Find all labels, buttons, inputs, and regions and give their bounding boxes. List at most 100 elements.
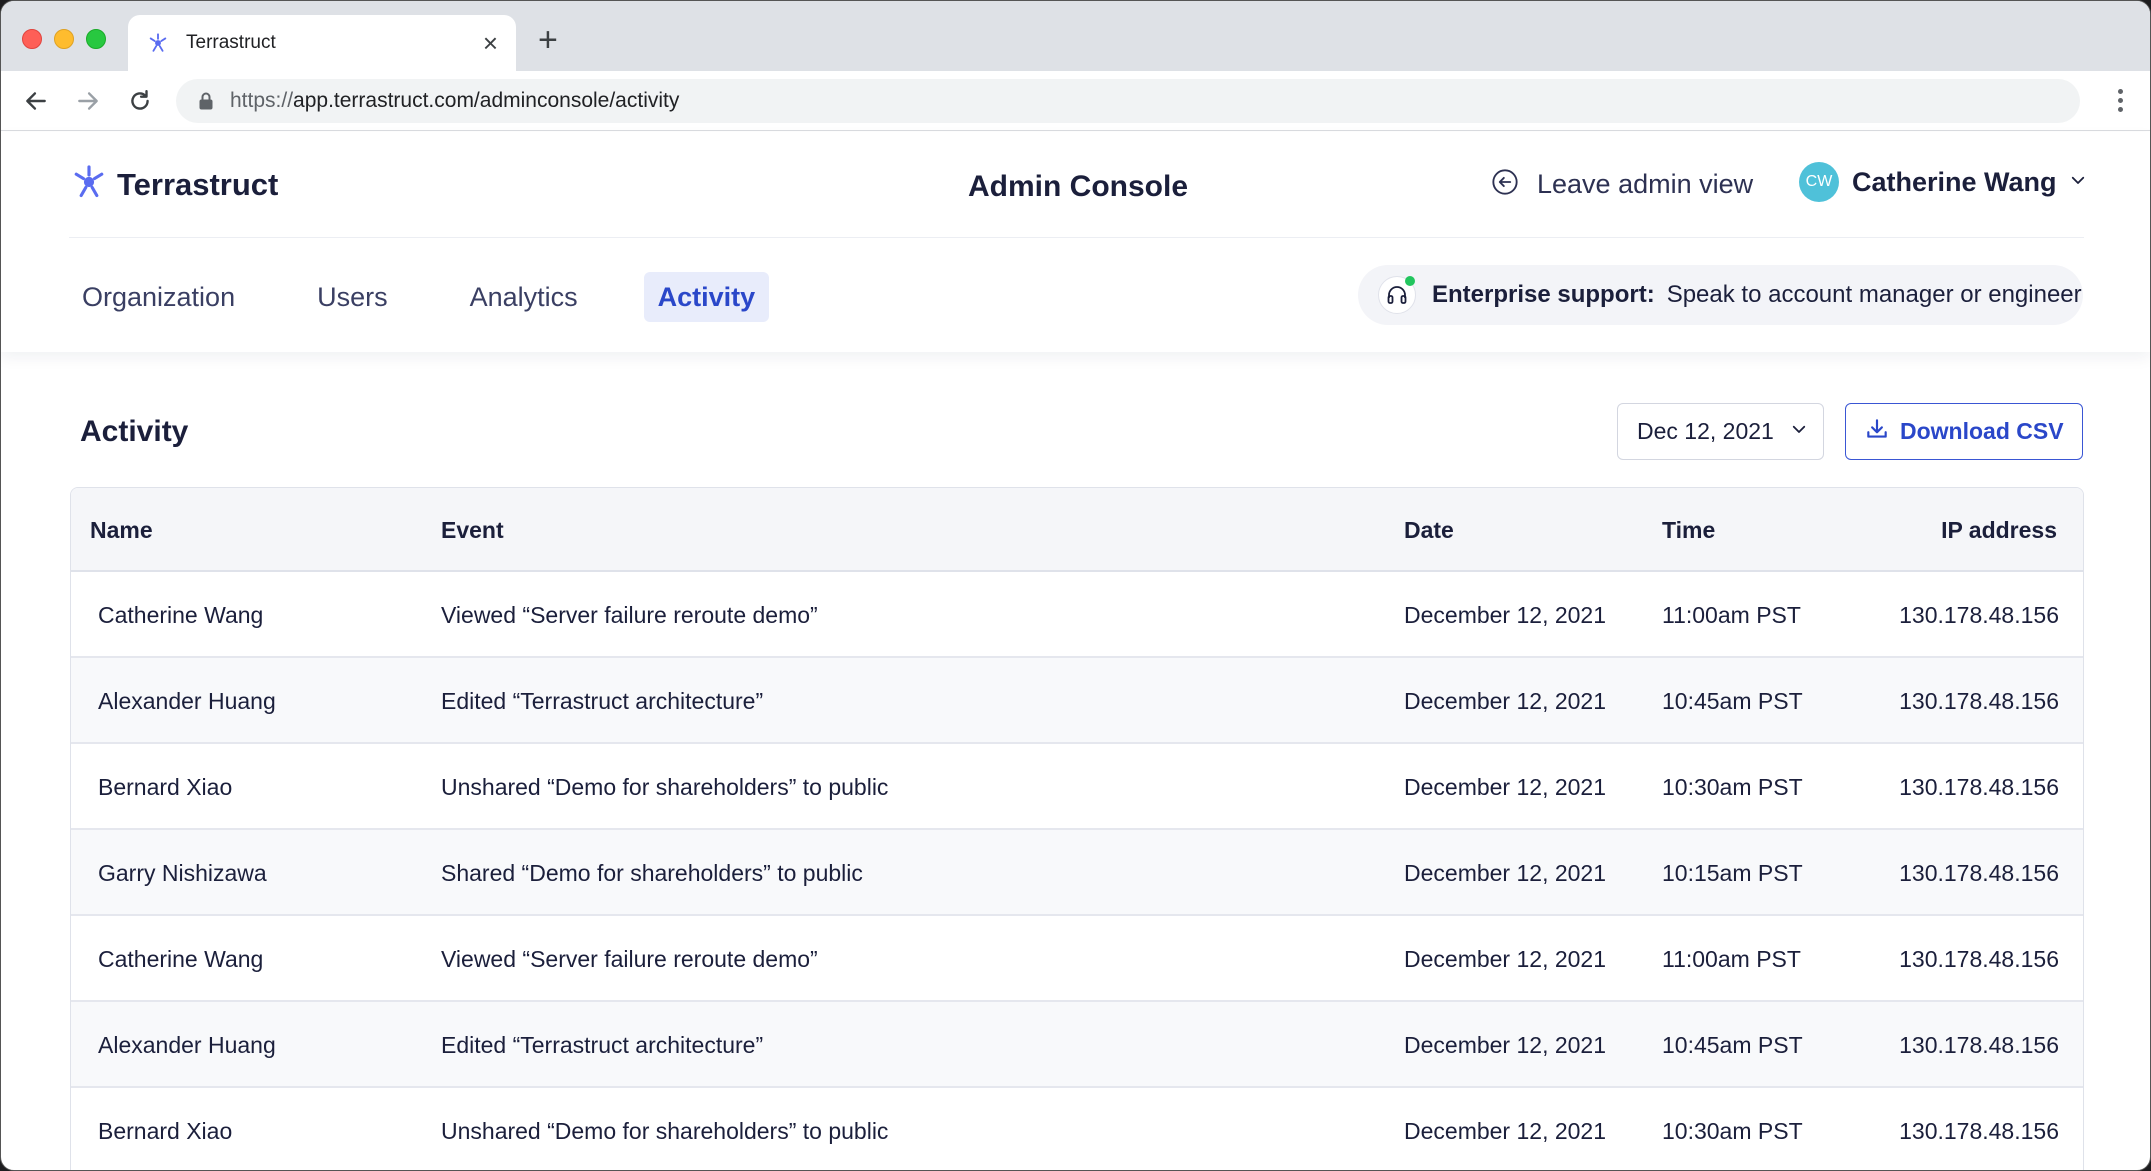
brand-logo[interactable]: Terrastruct (71, 164, 278, 205)
date-dropdown[interactable]: Dec 12, 2021 (1617, 403, 1824, 460)
cell-event: Unshared “Demo for shareholders” to publ… (441, 774, 889, 800)
chevron-down-icon (2069, 171, 2087, 194)
window-close-button[interactable] (22, 29, 42, 49)
cell-date: December 12, 2021 (1404, 1118, 1607, 1144)
browser-toolbar: https://app.terrastruct.com/adminconsole… (1, 71, 2150, 131)
cell-name: Alexander Huang (98, 688, 276, 714)
table-row[interactable]: Catherine Wang Viewed “Server failure re… (71, 572, 2083, 658)
table-header: Name Event Date Time IP address (71, 488, 2083, 572)
window-minimize-button[interactable] (54, 29, 74, 49)
activity-table: Name Event Date Time IP address Catherin… (70, 487, 2084, 1170)
table-body: Catherine Wang Viewed “Server failure re… (71, 572, 2083, 1170)
headset-icon (1378, 276, 1416, 314)
cell-date: December 12, 2021 (1404, 860, 1607, 886)
leave-admin-view-label: Leave admin view (1537, 169, 1754, 199)
cell-name: Catherine Wang (98, 602, 264, 628)
column-header-time[interactable]: Time (1662, 517, 1715, 544)
tab-close-icon[interactable]: × (483, 30, 498, 56)
reload-icon[interactable] (125, 86, 155, 116)
cell-time: 11:00am PST (1662, 602, 1801, 628)
table-row[interactable]: Alexander Huang Edited “Terrastruct arch… (71, 658, 2083, 744)
cell-ip-address: 130.178.48.156 (1899, 946, 2059, 972)
column-header-event[interactable]: Event (441, 517, 504, 544)
cell-name: Alexander Huang (98, 1032, 276, 1058)
cell-name: Bernard Xiao (98, 1118, 233, 1144)
cell-time: 10:45am PST (1662, 1032, 1803, 1058)
download-icon (1864, 416, 1890, 447)
download-csv-button[interactable]: Download CSV (1845, 403, 2083, 460)
cell-date: December 12, 2021 (1404, 1032, 1607, 1058)
table-row[interactable]: Alexander Huang Edited “Terrastruct arch… (71, 1002, 2083, 1088)
cell-time: 10:45am PST (1662, 688, 1803, 714)
chevron-down-icon (1790, 420, 1808, 443)
table-row[interactable]: Bernard Xiao Unshared “Demo for sharehol… (71, 1088, 2083, 1170)
column-header-name[interactable]: Name (90, 517, 153, 544)
user-name: Catherine Wang (1852, 166, 2057, 197)
browser-tab-strip: Terrastruct × + (1, 1, 2150, 71)
url-scheme: https:// (230, 89, 294, 112)
online-status-dot (1405, 276, 1415, 286)
terrastruct-logo-icon (71, 164, 107, 205)
new-tab-plus-icon[interactable]: + (538, 23, 558, 57)
cell-event: Edited “Terrastruct architecture” (441, 688, 764, 714)
url-path: app.terrastruct.com/adminconsole/activit… (293, 89, 680, 112)
browser-tab[interactable]: Terrastruct × (128, 15, 516, 71)
url-text: https://app.terrastruct.com/adminconsole… (230, 89, 679, 113)
forward-arrow-icon[interactable] (73, 86, 103, 116)
cell-event: Unshared “Demo for shareholders” to publ… (441, 1118, 889, 1144)
cell-ip-address: 130.178.48.156 (1899, 1032, 2059, 1058)
tab-users[interactable]: Users (303, 272, 402, 322)
lock-icon (198, 91, 216, 111)
cell-event: Edited “Terrastruct architecture” (441, 1032, 764, 1058)
table-row[interactable]: Catherine Wang Viewed “Server failure re… (71, 916, 2083, 1002)
support-heading: Enterprise support: (1432, 281, 1655, 308)
tab-organization[interactable]: Organization (68, 272, 249, 322)
column-header-date[interactable]: Date (1404, 517, 1454, 544)
cell-date: December 12, 2021 (1404, 774, 1607, 800)
address-bar[interactable]: https://app.terrastruct.com/adminconsole… (176, 79, 2080, 123)
cell-ip-address: 130.178.48.156 (1899, 860, 2059, 886)
user-menu[interactable]: CW Catherine Wang (1799, 162, 2087, 202)
browser-tab-title: Terrastruct (186, 32, 276, 53)
cell-event: Viewed “Server failure reroute demo” (441, 602, 818, 628)
brand-name: Terrastruct (117, 166, 279, 202)
cell-time: 10:15am PST (1662, 860, 1803, 886)
cell-time: 11:00am PST (1662, 946, 1801, 972)
arrow-circle-left-icon (1491, 168, 1519, 201)
cell-ip-address: 130.178.48.156 (1899, 602, 2059, 628)
cell-name: Garry Nishizawa (98, 860, 267, 886)
cell-event: Viewed “Server failure reroute demo” (441, 946, 818, 972)
cell-date: December 12, 2021 (1404, 688, 1607, 714)
tab-analytics[interactable]: Analytics (456, 272, 592, 322)
cell-event: Shared “Demo for shareholders” to public (441, 860, 863, 886)
column-header-ip-address[interactable]: IP address (1941, 517, 2057, 544)
cell-time: 10:30am PST (1662, 774, 1803, 800)
cell-time: 10:30am PST (1662, 1118, 1803, 1144)
admin-nav-tabs: Organization Users Analytics Activity (68, 272, 823, 322)
browser-menu-icon[interactable] (2118, 89, 2124, 116)
enterprise-support-banner[interactable]: Enterprise support: Speak to account man… (1358, 265, 2083, 325)
table-row[interactable]: Bernard Xiao Unshared “Demo for sharehol… (71, 744, 2083, 830)
support-text: Speak to account manager or engineer (1666, 281, 2082, 308)
tab-activity[interactable]: Activity (643, 272, 770, 322)
table-row[interactable]: Garry Nishizawa Shared “Demo for shareho… (71, 830, 2083, 916)
cell-name: Bernard Xiao (98, 774, 233, 800)
window-maximize-button[interactable] (86, 29, 106, 49)
section-title: Activity (80, 415, 189, 448)
cell-ip-address: 130.178.48.156 (1899, 774, 2059, 800)
cell-date: December 12, 2021 (1404, 602, 1607, 628)
cell-ip-address: 130.178.48.156 (1899, 688, 2059, 714)
app-header: Terrastruct Admin Console Leave admin vi… (1, 132, 2150, 352)
avatar: CW (1799, 162, 1839, 202)
back-arrow-icon[interactable] (21, 86, 51, 116)
cell-date: December 12, 2021 (1404, 946, 1607, 972)
terrastruct-favicon-icon (146, 31, 170, 55)
date-value: Dec 12, 2021 (1637, 418, 1774, 444)
header-divider (69, 237, 2084, 238)
page-title: Admin Console (968, 170, 1189, 203)
browser-window: Terrastruct × + https://app.terrastruct.… (0, 0, 2151, 1171)
download-csv-label: Download CSV (1900, 418, 2064, 444)
leave-admin-view-button[interactable]: Leave admin view (1491, 168, 1753, 201)
cell-ip-address: 130.178.48.156 (1899, 1118, 2059, 1144)
cell-name: Catherine Wang (98, 946, 264, 972)
